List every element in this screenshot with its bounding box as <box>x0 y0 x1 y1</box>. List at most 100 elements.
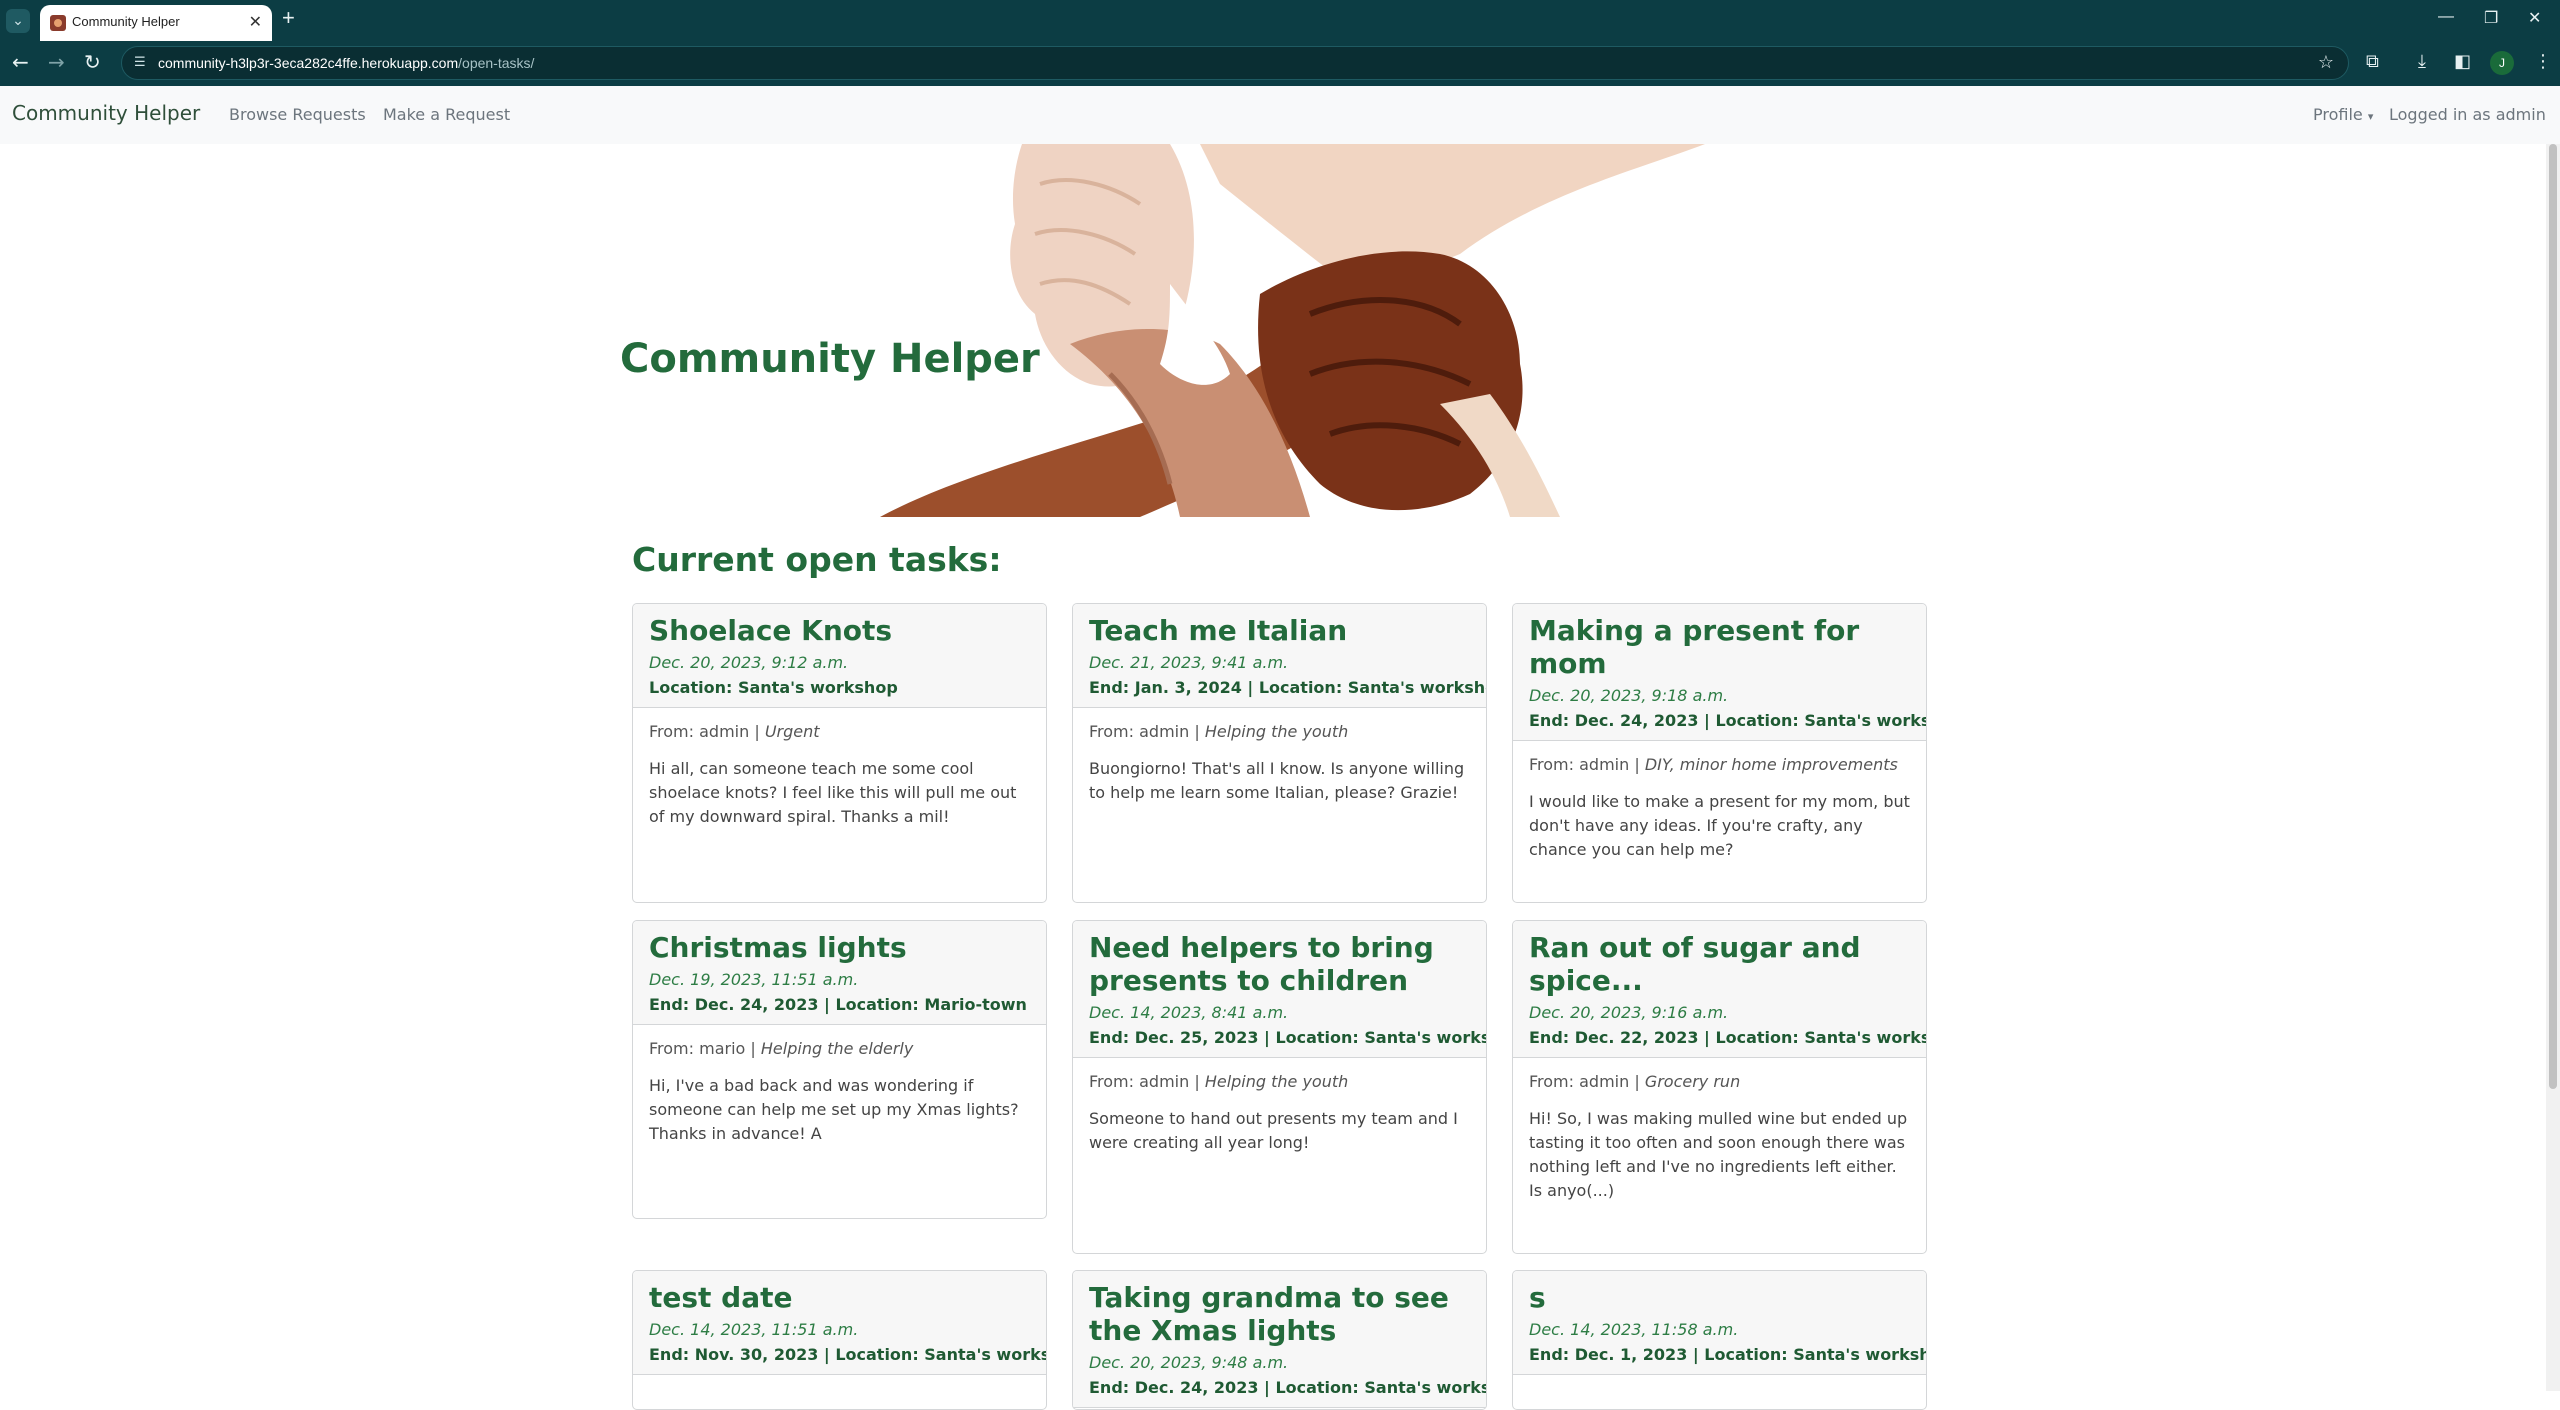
task-category: Helping the elderly <box>760 1039 914 1058</box>
task-card-body: From: mario | Helping the elderly Hi, I'… <box>633 1025 1046 1162</box>
profile-dropdown[interactable]: Profile ▾ <box>2313 105 2373 124</box>
task-title[interactable]: Shoelace Knots <box>649 614 1030 647</box>
more-menu-icon[interactable]: ⋮ <box>2534 51 2552 72</box>
task-date: Dec. 21, 2023, 9:41 a.m. <box>1089 653 1289 672</box>
task-from: From: admin | Helping the youth <box>1089 1072 1349 1091</box>
nav-browse-requests[interactable]: Browse Requests <box>229 105 366 124</box>
profile-avatar[interactable]: J <box>2490 51 2514 75</box>
section-heading: Current open tasks: <box>632 540 1002 579</box>
task-title[interactable]: Making a present for mom <box>1529 614 1910 680</box>
task-card[interactable]: Teach me Italian Dec. 21, 2023, 9:41 a.m… <box>1072 603 1487 903</box>
task-date: Dec. 20, 2023, 9:48 a.m. <box>1089 1353 1289 1372</box>
task-card-header: Shoelace Knots Dec. 20, 2023, 9:12 a.m. … <box>633 604 1046 708</box>
minimize-icon[interactable]: — <box>2438 8 2454 26</box>
task-end-location: End: Jan. 3, 2024 | Location: Santa's wo… <box>1089 678 1487 697</box>
logged-in-status: Logged in as admin <box>2389 105 2546 124</box>
task-end-location: End: Dec. 25, 2023 | Location: Santa's w… <box>1089 1028 1487 1047</box>
task-card-body: From: admin | Helping the youth Someone … <box>1073 1058 1486 1171</box>
back-icon[interactable]: ← <box>12 50 29 74</box>
caret-down-icon: ▾ <box>2367 110 2374 123</box>
tab-search-chevron-icon[interactable]: ⌄ <box>6 9 30 33</box>
task-end-location: End: Dec. 24, 2023 | Location: Santa's w… <box>1089 1378 1487 1397</box>
task-end-location: End: Dec. 22, 2023 | Location: Santa's w… <box>1529 1028 1927 1047</box>
task-date: Dec. 14, 2023, 11:58 a.m. <box>1529 1320 1739 1339</box>
task-card-header: Ran out of sugar and spice... Dec. 20, 2… <box>1513 921 1926 1058</box>
task-category: Grocery run <box>1644 1072 1741 1091</box>
tab-title: Community Helper <box>72 14 180 29</box>
task-card-header: Taking grandma to see the Xmas lights De… <box>1073 1271 1486 1408</box>
task-from: From: mario | Helping the elderly <box>649 1039 914 1058</box>
task-title[interactable]: Christmas lights <box>649 931 1030 964</box>
task-card[interactable]: Need helpers to bring presents to childr… <box>1072 920 1487 1254</box>
nav-make-request[interactable]: Make a Request <box>383 105 510 124</box>
browser-toolbar: ← → ↻ ☰ community-h3lp3r-3eca282c4ffe.he… <box>0 41 2560 86</box>
task-from: From: admin | Grocery run <box>1529 1072 1741 1091</box>
task-card-body: From: admin | Urgent Hi all, can someone… <box>633 708 1046 845</box>
downloads-icon[interactable]: ⤓ <box>2418 51 2426 72</box>
task-description: I would like to make a present for my mo… <box>1529 792 1910 859</box>
task-card-header: Christmas lights Dec. 19, 2023, 11:51 a.… <box>633 921 1046 1025</box>
task-card[interactable]: Christmas lights Dec. 19, 2023, 11:51 a.… <box>632 920 1047 1219</box>
task-date: Dec. 20, 2023, 9:16 a.m. <box>1529 1003 1729 1022</box>
task-card-header: s Dec. 14, 2023, 11:58 a.m. End: Dec. 1,… <box>1513 1271 1926 1375</box>
browser-tab-bar: ⌄ Community Helper ✕ + — ❐ ✕ <box>0 0 2560 41</box>
task-category: Helping the youth <box>1204 1072 1349 1091</box>
extensions-icon[interactable]: ⧉ <box>2366 51 2379 72</box>
task-card[interactable]: Shoelace Knots Dec. 20, 2023, 9:12 a.m. … <box>632 603 1047 903</box>
hero-banner: Community Helper <box>0 144 2560 517</box>
task-category: Urgent <box>764 722 820 741</box>
favicon-icon <box>50 15 66 31</box>
task-title[interactable]: test date <box>649 1281 1030 1314</box>
task-description: Hi! So, I was making mulled wine but end… <box>1529 1109 1908 1200</box>
task-card[interactable]: test date Dec. 14, 2023, 11:51 a.m. End:… <box>632 1270 1047 1410</box>
task-card-header: Making a present for mom Dec. 20, 2023, … <box>1513 604 1926 741</box>
reload-icon[interactable]: ↻ <box>84 50 101 74</box>
task-from: From: admin | Helping the youth <box>1089 722 1349 741</box>
task-date: Dec. 20, 2023, 9:18 a.m. <box>1529 686 1729 705</box>
task-date: Dec. 19, 2023, 11:51 a.m. <box>649 970 859 989</box>
task-card[interactable]: s Dec. 14, 2023, 11:58 a.m. End: Dec. 1,… <box>1512 1270 1927 1410</box>
task-date: Dec. 14, 2023, 8:41 a.m. <box>1089 1003 1289 1022</box>
task-card-body: From: admin | Helping the youth Buongior… <box>1073 708 1486 821</box>
task-card-body: From: admin | Grocery run Hi! So, I was … <box>1513 1058 1926 1219</box>
task-end-location: End: Dec. 1, 2023 | Location: Santa's wo… <box>1529 1345 1927 1364</box>
task-end-location: End: Dec. 24, 2023 | Location: Mario-tow… <box>649 995 1027 1014</box>
url-text: community-h3lp3r-3eca282c4ffe.herokuapp.… <box>158 55 535 71</box>
task-card[interactable]: Ran out of sugar and spice... Dec. 20, 2… <box>1512 920 1927 1254</box>
task-category: DIY, minor home improvements <box>1644 755 1898 774</box>
task-card-header: Teach me Italian Dec. 21, 2023, 9:41 a.m… <box>1073 604 1486 708</box>
task-category: Helping the youth <box>1204 722 1349 741</box>
task-title[interactable]: Ran out of sugar and spice... <box>1529 931 1910 997</box>
task-date: Dec. 14, 2023, 11:51 a.m. <box>649 1320 859 1339</box>
task-description: Hi all, can someone teach me some cool s… <box>649 759 1017 826</box>
task-description: Buongiorno! That's all I know. Is anyone… <box>1089 759 1465 802</box>
restore-icon[interactable]: ❐ <box>2484 8 2498 28</box>
address-bar[interactable]: ☰ community-h3lp3r-3eca282c4ffe.herokuap… <box>121 46 2349 80</box>
close-window-icon[interactable]: ✕ <box>2528 8 2541 28</box>
task-title[interactable]: s <box>1529 1281 1910 1314</box>
new-tab-plus-icon[interactable]: + <box>282 5 295 31</box>
task-title[interactable]: Taking grandma to see the Xmas lights <box>1089 1281 1470 1347</box>
task-card[interactable]: Taking grandma to see the Xmas lights De… <box>1072 1270 1487 1410</box>
site-info-icon[interactable]: ☰ <box>134 55 150 71</box>
task-end-location: End: Dec. 24, 2023 | Location: Santa's w… <box>1529 711 1927 730</box>
browser-tab[interactable]: Community Helper ✕ <box>40 5 272 41</box>
task-card[interactable]: Making a present for mom Dec. 20, 2023, … <box>1512 603 1927 903</box>
task-title[interactable]: Teach me Italian <box>1089 614 1470 647</box>
task-card-header: test date Dec. 14, 2023, 11:51 a.m. End:… <box>633 1271 1046 1375</box>
site-navbar: Community Helper Browse Requests Make a … <box>0 86 2560 144</box>
task-description: Hi, I've a bad back and was wondering if… <box>649 1076 1019 1143</box>
forward-icon[interactable]: → <box>48 50 65 74</box>
task-card-header: Need helpers to bring presents to childr… <box>1073 921 1486 1058</box>
task-from: From: admin | Urgent <box>649 722 820 741</box>
task-end-location: Location: Santa's workshop <box>649 678 898 697</box>
bookmark-star-icon[interactable]: ☆ <box>2318 52 2334 73</box>
task-end-location: End: Nov. 30, 2023 | Location: Santa's w… <box>649 1345 1047 1364</box>
task-title[interactable]: Need helpers to bring presents to childr… <box>1089 931 1470 997</box>
navbar-brand[interactable]: Community Helper <box>12 101 200 125</box>
linked-hands-image <box>880 144 1705 517</box>
side-panel-icon[interactable]: ◧ <box>2454 51 2471 72</box>
task-card-body: From: admin | DIY, minor home improvemen… <box>1513 741 1926 878</box>
hero-title: Community Helper <box>620 336 1040 382</box>
close-tab-icon[interactable]: ✕ <box>249 12 262 31</box>
